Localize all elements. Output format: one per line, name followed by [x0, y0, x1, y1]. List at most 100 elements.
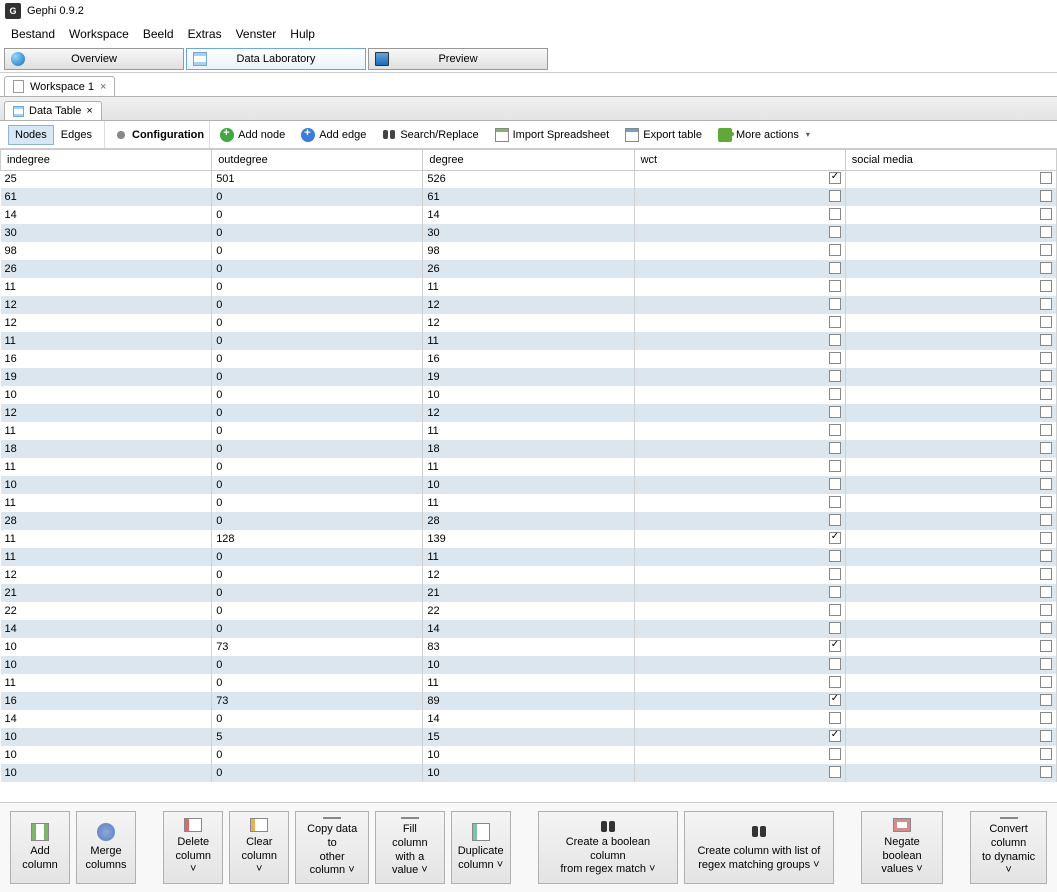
- checkbox[interactable]: [1040, 244, 1052, 256]
- checkbox[interactable]: [1040, 172, 1052, 184]
- cell-degree[interactable]: 10: [423, 476, 634, 494]
- cell-indegree[interactable]: 61: [1, 188, 212, 206]
- checkbox[interactable]: [829, 658, 841, 670]
- checkbox[interactable]: [1040, 226, 1052, 238]
- cell-outdegree[interactable]: 0: [212, 188, 423, 206]
- cell-degree[interactable]: 14: [423, 206, 634, 224]
- cell-wct[interactable]: [634, 656, 845, 674]
- cell-indegree[interactable]: 11: [1, 494, 212, 512]
- cell-outdegree[interactable]: 0: [212, 368, 423, 386]
- add-column-button[interactable]: Addcolumn: [10, 811, 70, 884]
- checkbox[interactable]: [829, 172, 841, 184]
- cell-outdegree[interactable]: 0: [212, 710, 423, 728]
- cell-indegree[interactable]: 10: [1, 638, 212, 656]
- checkbox[interactable]: [829, 766, 841, 778]
- table-row[interactable]: 12012: [1, 566, 1057, 584]
- cell-outdegree[interactable]: 73: [212, 638, 423, 656]
- cell-outdegree[interactable]: 0: [212, 602, 423, 620]
- cell-social-media[interactable]: [845, 548, 1056, 566]
- table-row[interactable]: 98098: [1, 242, 1057, 260]
- checkbox[interactable]: [1040, 208, 1052, 220]
- cell-outdegree[interactable]: 0: [212, 764, 423, 782]
- menu-hulp[interactable]: Hulp: [283, 24, 322, 44]
- cell-wct[interactable]: [634, 584, 845, 602]
- cell-social-media[interactable]: [845, 494, 1056, 512]
- cell-wct[interactable]: [634, 710, 845, 728]
- checkbox[interactable]: [829, 424, 841, 436]
- export-table-button[interactable]: Export table: [620, 125, 707, 145]
- checkbox[interactable]: [1040, 604, 1052, 616]
- table-row[interactable]: 11011: [1, 674, 1057, 692]
- cell-indegree[interactable]: 11: [1, 458, 212, 476]
- cell-degree[interactable]: 12: [423, 296, 634, 314]
- checkbox[interactable]: [1040, 550, 1052, 562]
- menu-workspace[interactable]: Workspace: [62, 24, 136, 44]
- fill-column-button[interactable]: Fill columnwith a value ˅: [375, 811, 445, 884]
- cell-social-media[interactable]: [845, 566, 1056, 584]
- cell-degree[interactable]: 12: [423, 314, 634, 332]
- cell-wct[interactable]: [634, 404, 845, 422]
- copy-data-button[interactable]: Copy data toother column ˅: [295, 811, 369, 884]
- checkbox[interactable]: [1040, 730, 1052, 742]
- cell-indegree[interactable]: 21: [1, 584, 212, 602]
- cell-degree[interactable]: 10: [423, 764, 634, 782]
- cell-social-media[interactable]: [845, 386, 1056, 404]
- cell-outdegree[interactable]: 128: [212, 530, 423, 548]
- cell-indegree[interactable]: 10: [1, 746, 212, 764]
- cell-indegree[interactable]: 26: [1, 260, 212, 278]
- cell-social-media[interactable]: [845, 404, 1056, 422]
- cell-social-media[interactable]: [845, 260, 1056, 278]
- checkbox[interactable]: [829, 352, 841, 364]
- toggle-edges[interactable]: Edges: [54, 125, 99, 145]
- cell-social-media[interactable]: [845, 206, 1056, 224]
- table-row[interactable]: 12012: [1, 296, 1057, 314]
- cell-indegree[interactable]: 25: [1, 170, 212, 188]
- checkbox[interactable]: [829, 676, 841, 688]
- cell-outdegree[interactable]: 501: [212, 170, 423, 188]
- cell-wct[interactable]: [634, 386, 845, 404]
- checkbox[interactable]: [829, 208, 841, 220]
- col-wct[interactable]: wct: [634, 150, 845, 170]
- cell-social-media[interactable]: [845, 350, 1056, 368]
- menu-venster[interactable]: Venster: [229, 24, 284, 44]
- cell-degree[interactable]: 11: [423, 458, 634, 476]
- cell-wct[interactable]: [634, 692, 845, 710]
- checkbox[interactable]: [1040, 514, 1052, 526]
- cell-wct[interactable]: [634, 512, 845, 530]
- cell-outdegree[interactable]: 0: [212, 242, 423, 260]
- cell-indegree[interactable]: 10: [1, 656, 212, 674]
- checkbox[interactable]: [829, 388, 841, 400]
- duplicate-column-button[interactable]: Duplicatecolumn ˅: [451, 811, 511, 884]
- table-row[interactable]: 11011: [1, 458, 1057, 476]
- cell-wct[interactable]: [634, 350, 845, 368]
- cell-social-media[interactable]: [845, 440, 1056, 458]
- cell-social-media[interactable]: [845, 530, 1056, 548]
- cell-wct[interactable]: [634, 746, 845, 764]
- cell-outdegree[interactable]: 0: [212, 440, 423, 458]
- cell-wct[interactable]: [634, 530, 845, 548]
- cell-outdegree[interactable]: 73: [212, 692, 423, 710]
- cell-wct[interactable]: [634, 224, 845, 242]
- checkbox[interactable]: [1040, 190, 1052, 202]
- merge-columns-button[interactable]: Mergecolumns: [76, 811, 136, 884]
- cell-outdegree[interactable]: 0: [212, 278, 423, 296]
- add-edge-button[interactable]: Add edge: [296, 125, 371, 145]
- cell-indegree[interactable]: 11: [1, 548, 212, 566]
- checkbox[interactable]: [1040, 298, 1052, 310]
- cell-social-media[interactable]: [845, 710, 1056, 728]
- checkbox[interactable]: [1040, 370, 1052, 382]
- cell-social-media[interactable]: [845, 368, 1056, 386]
- checkbox[interactable]: [829, 586, 841, 598]
- table-row[interactable]: 167389: [1, 692, 1057, 710]
- cell-social-media[interactable]: [845, 692, 1056, 710]
- cell-wct[interactable]: [634, 278, 845, 296]
- checkbox[interactable]: [829, 226, 841, 238]
- cell-outdegree[interactable]: 0: [212, 548, 423, 566]
- table-row[interactable]: 107383: [1, 638, 1057, 656]
- table-row[interactable]: 11011: [1, 422, 1057, 440]
- table-row[interactable]: 30030: [1, 224, 1057, 242]
- checkbox[interactable]: [829, 748, 841, 760]
- table-row[interactable]: 19019: [1, 368, 1057, 386]
- cell-outdegree[interactable]: 0: [212, 260, 423, 278]
- cell-wct[interactable]: [634, 206, 845, 224]
